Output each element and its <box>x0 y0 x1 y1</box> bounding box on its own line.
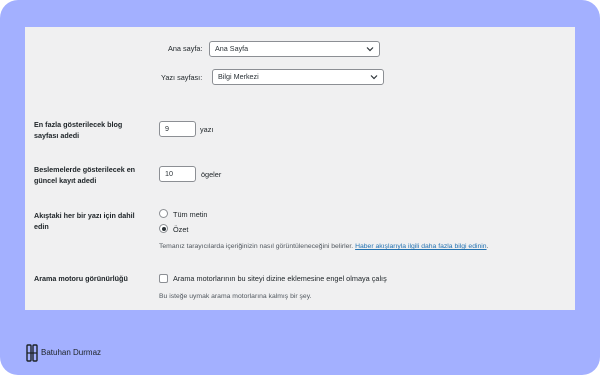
postspage-select-value: Bilgi Merkezi <box>218 72 259 81</box>
summary-radio[interactable] <box>159 224 168 233</box>
feed-items-label-line1: Beslemelerde gösterilecek en <box>34 165 136 174</box>
screenshot-frame: Ana sayfa: Ana Sayfa Yazı sayfası: Bilgi… <box>0 0 600 375</box>
blog-pages-label: En fazla gösterilecek blog sayfası adedi <box>34 119 122 141</box>
discourage-search-label: Arama motorlarının bu siteyi dizine ekle… <box>173 274 387 283</box>
feed-content-description: Temanız tarayıcılarda içeriğinizin nasıl… <box>159 243 488 250</box>
brand-logo-icon <box>26 344 38 362</box>
feed-content-description-text: Temanız tarayıcılarda içeriğinizin nasıl… <box>159 243 354 250</box>
full-text-label: Tüm metin <box>173 210 208 219</box>
blog-pages-label-line2: sayfası adedi <box>34 131 80 140</box>
homepage-label: Ana sayfa: <box>168 44 203 53</box>
feed-content-label-line2: edin <box>34 222 49 231</box>
postspage-select[interactable]: Bilgi Merkezi <box>212 69 384 85</box>
postspage-label: Yazı sayfası: <box>161 73 203 82</box>
reading-settings-panel: Ana sayfa: Ana Sayfa Yazı sayfası: Bilgi… <box>25 27 575 310</box>
blog-pages-suffix: yazı <box>200 125 214 134</box>
brand-name: Batuhan Durmaz <box>41 348 102 357</box>
feeds-help-link[interactable]: Haber akışlarıyla ilgili daha fazla bilg… <box>355 243 486 250</box>
blog-pages-input[interactable]: 9 <box>159 121 196 137</box>
feed-items-label-line2: güncel kayıt adedi <box>34 176 97 185</box>
search-visibility-label: Arama motoru görünürlüğü <box>34 274 128 283</box>
search-visibility-description: Bu isteğe uymak arama motorlarına kalmış… <box>159 293 312 300</box>
summary-label: Özet <box>173 225 189 234</box>
chevron-down-icon <box>370 75 378 80</box>
full-text-radio[interactable] <box>159 209 168 218</box>
homepage-select[interactable]: Ana Sayfa <box>209 41 380 57</box>
feed-items-label: Beslemelerde gösterilecek en güncel kayı… <box>34 164 135 186</box>
feed-items-input[interactable]: 10 <box>159 166 196 182</box>
blog-pages-label-line1: En fazla gösterilecek blog <box>34 120 123 129</box>
feed-content-label: Akıştaki her bir yazı için dahil edin <box>34 210 135 232</box>
feed-items-suffix: ögeler <box>201 170 222 179</box>
feeds-help-link-end: . <box>486 243 489 250</box>
discourage-search-checkbox[interactable] <box>159 274 168 283</box>
chevron-down-icon <box>366 47 374 52</box>
homepage-select-value: Ana Sayfa <box>215 44 249 53</box>
feed-content-label-line1: Akıştaki her bir yazı için dahil <box>34 211 135 220</box>
